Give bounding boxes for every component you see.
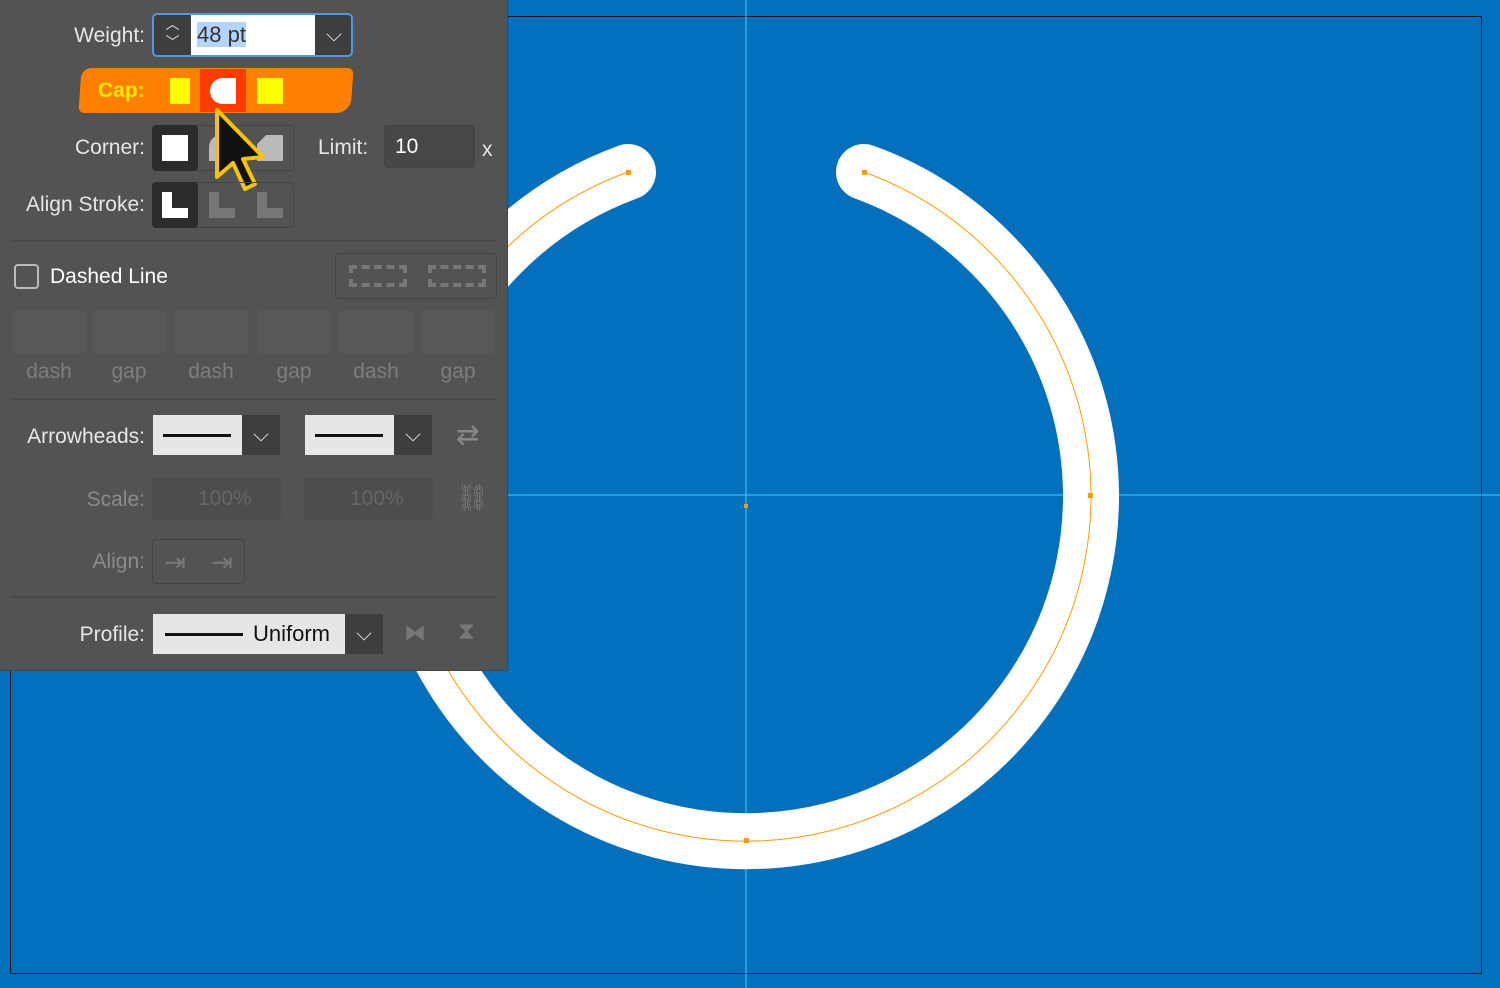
anchor-point[interactable] bbox=[862, 170, 867, 175]
start-scale-input[interactable]: 100% bbox=[152, 477, 281, 520]
end-scale-input[interactable]: 100% bbox=[304, 477, 433, 520]
anchor-point[interactable] bbox=[626, 170, 631, 175]
miter-join-icon bbox=[162, 135, 188, 161]
dash-label: dash bbox=[26, 360, 72, 383]
weight-label: Weight: bbox=[74, 24, 145, 47]
gap-label: gap bbox=[440, 360, 476, 383]
flip-horizontal-icon[interactable]: ⧓ bbox=[404, 620, 426, 646]
anchor-point[interactable] bbox=[1088, 493, 1093, 498]
align-center-icon bbox=[162, 192, 188, 218]
align-label: Align: bbox=[92, 550, 145, 573]
dash-corner-icon bbox=[348, 265, 407, 287]
weight-input[interactable]: 48 pt bbox=[191, 15, 315, 55]
flip-vertical-icon[interactable]: ⧗ bbox=[458, 618, 475, 646]
profile-label: Profile: bbox=[79, 623, 145, 646]
dashed-line-checkbox[interactable] bbox=[14, 264, 39, 289]
cap-label: Cap: bbox=[98, 79, 145, 102]
align-dash-button[interactable] bbox=[418, 253, 496, 299]
align-stroke-center-button[interactable] bbox=[152, 182, 198, 228]
place-arrow-tip-button[interactable]: ⇥ bbox=[199, 539, 245, 585]
profile-value: Uniform bbox=[253, 621, 331, 646]
align-stroke-outside-button[interactable] bbox=[247, 182, 293, 228]
align-stroke-inside-button[interactable] bbox=[199, 182, 245, 228]
align-stroke-label: Align Stroke: bbox=[25, 193, 145, 216]
swap-arrowheads-icon[interactable]: ⇄ bbox=[456, 418, 479, 451]
profile-chevron-icon[interactable]: ⌵ bbox=[345, 614, 383, 654]
center-point bbox=[744, 504, 748, 508]
end-arrowhead-select[interactable] bbox=[305, 415, 394, 455]
align-inside-icon bbox=[209, 192, 235, 218]
stroke-panel: Weight: ︿ ﹀ 48 pt ⌵ Cap: Corner: Limit: 1… bbox=[0, 0, 508, 671]
gap-input[interactable] bbox=[92, 310, 166, 354]
dash-align-icon bbox=[428, 265, 486, 287]
dash-label: dash bbox=[188, 360, 234, 383]
arrowheads-label: Arrowheads: bbox=[27, 425, 145, 448]
dash-label: dash bbox=[353, 360, 399, 383]
align-outside-icon bbox=[257, 192, 283, 218]
profile-select[interactable]: Uniform bbox=[153, 614, 345, 654]
limit-unit: x bbox=[482, 138, 493, 161]
gap-input[interactable] bbox=[421, 310, 495, 354]
miter-join-button[interactable] bbox=[152, 125, 198, 171]
start-arrowhead-select[interactable] bbox=[153, 415, 242, 455]
butt-cap-icon bbox=[170, 77, 190, 104]
dashed-line-label: Dashed Line bbox=[50, 265, 168, 288]
end-arrowhead-chevron-icon[interactable]: ⌵ bbox=[394, 415, 432, 455]
link-scale-icon[interactable]: ⛓ bbox=[456, 482, 489, 513]
start-arrowhead-chevron-icon[interactable]: ⌵ bbox=[242, 415, 280, 455]
weight-stepper[interactable]: ︿ ﹀ bbox=[154, 15, 191, 55]
round-cap-icon bbox=[210, 77, 236, 104]
extend-arrow-tip-button[interactable]: ⇥ bbox=[152, 539, 198, 585]
weight-dropdown-chevron-icon[interactable]: ⌵ bbox=[315, 15, 351, 55]
preserve-dash-button[interactable] bbox=[340, 253, 415, 299]
butt-cap-button[interactable] bbox=[153, 69, 199, 112]
corner-label: Corner: bbox=[74, 136, 145, 159]
gap-label: gap bbox=[276, 360, 312, 383]
projecting-cap-icon bbox=[257, 77, 283, 104]
dash-input[interactable] bbox=[174, 310, 248, 354]
gap-label: gap bbox=[111, 360, 147, 383]
dash-input[interactable] bbox=[12, 310, 86, 354]
dash-input[interactable] bbox=[339, 310, 413, 354]
gap-input[interactable] bbox=[257, 310, 331, 354]
limit-label: Limit: bbox=[318, 136, 369, 159]
anchor-point[interactable] bbox=[744, 838, 749, 843]
scale-label: Scale: bbox=[86, 488, 145, 511]
limit-input[interactable]: 10 bbox=[384, 125, 475, 168]
